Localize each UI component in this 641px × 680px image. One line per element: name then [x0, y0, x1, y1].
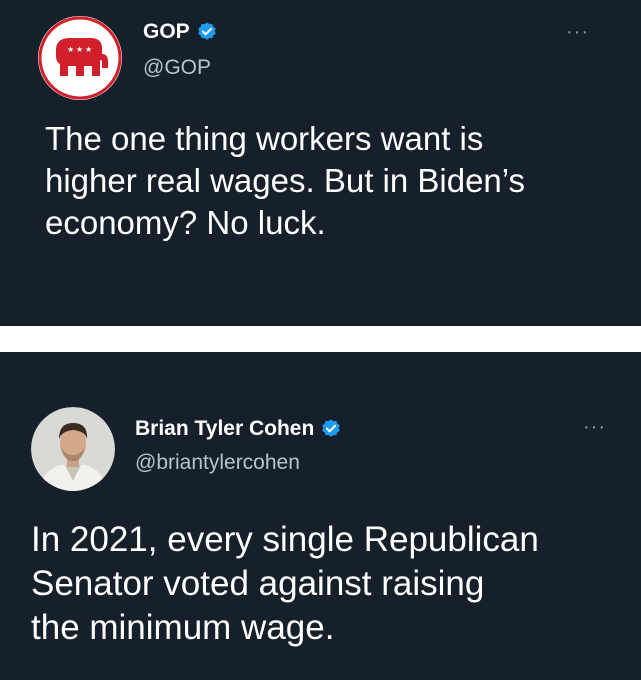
tweet-text: The one thing workers want is higher rea… — [45, 120, 526, 241]
verified-badge-icon — [320, 418, 342, 440]
more-options-icon[interactable]: ··· — [566, 22, 589, 42]
briantylercohen-avatar[interactable] — [31, 407, 115, 491]
display-name[interactable]: GOP — [143, 20, 190, 44]
svg-text:★: ★ — [67, 45, 74, 54]
handle[interactable]: @briantylercohen — [135, 451, 300, 475]
svg-text:★: ★ — [85, 45, 92, 54]
gop-name-row: GOP — [143, 20, 218, 44]
svg-text:★: ★ — [76, 45, 83, 54]
handle[interactable]: @GOP — [143, 56, 211, 80]
republican-elephant-logo-icon: ★ ★ ★ — [38, 16, 122, 100]
tweet-separator — [0, 326, 641, 352]
more-options-icon[interactable]: ··· — [583, 417, 606, 437]
verified-badge-icon — [196, 21, 218, 43]
profile-photo — [31, 407, 115, 491]
tweet-text: In 2021, every single Republican Senator… — [31, 520, 539, 647]
display-name[interactable]: Brian Tyler Cohen — [135, 417, 314, 441]
briantylercohen-name-row: Brian Tyler Cohen — [135, 417, 342, 441]
gop-avatar[interactable]: ★ ★ ★ — [38, 16, 122, 100]
